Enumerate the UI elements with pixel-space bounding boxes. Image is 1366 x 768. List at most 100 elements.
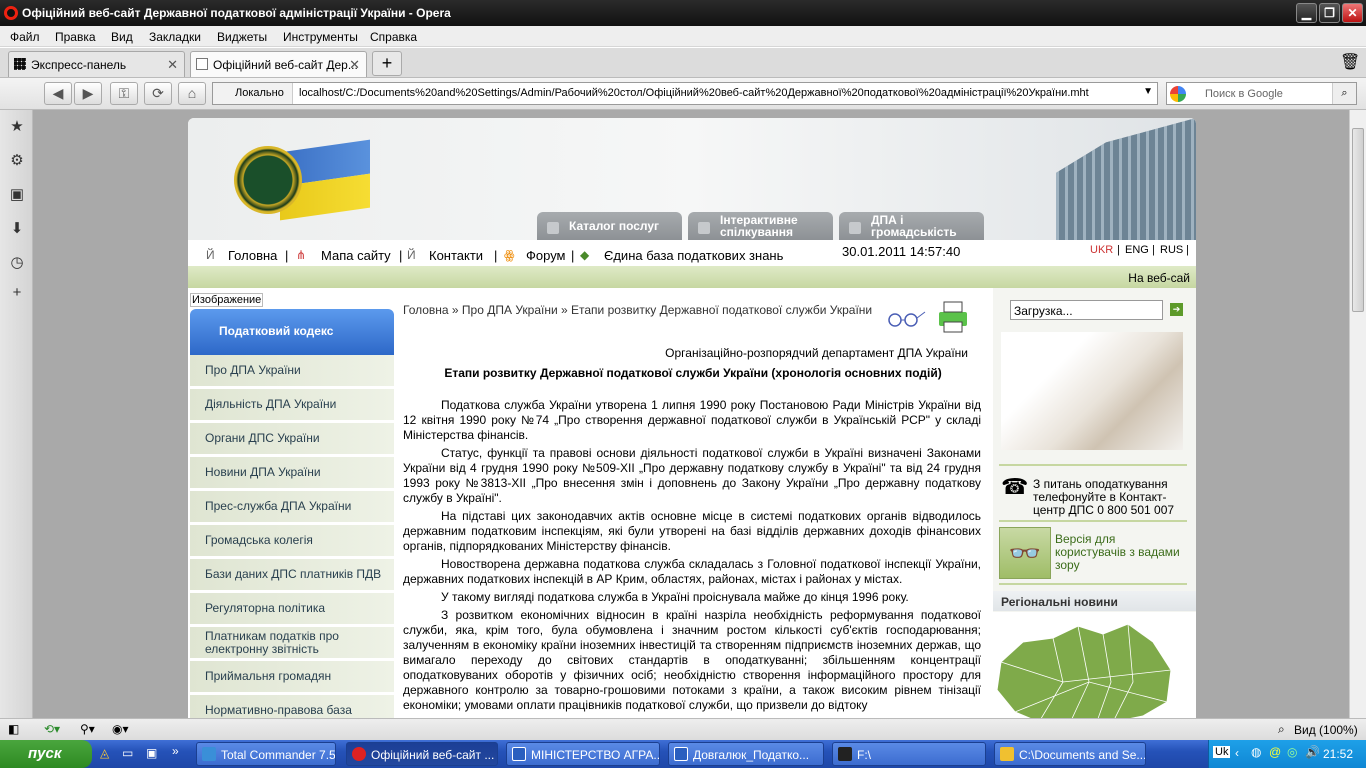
sidebar-item[interactable]: Про ДПА України <box>190 355 394 388</box>
chevron-down-icon[interactable]: ▼ <box>1143 86 1153 97</box>
menu-tools[interactable]: Инструменты <box>283 30 358 44</box>
tray-arrow-icon[interactable]: ‹ <box>1235 746 1239 760</box>
zoom-level[interactable]: Вид (100%) <box>1294 723 1358 737</box>
nav-forum[interactable]: Форум <box>526 248 566 263</box>
taskbar-label: C:\Documents and Se... <box>1019 748 1146 762</box>
menu-edit[interactable]: Правка <box>55 30 96 44</box>
widgets-icon[interactable]: ⚙ <box>8 152 26 170</box>
add-panel-icon[interactable]: + <box>8 284 26 302</box>
key-icon[interactable]: ⚿ <box>110 82 138 105</box>
home-icon: Й <box>206 248 215 262</box>
sidebar-item[interactable]: Діяльність ДПА України <box>190 389 394 422</box>
department-name: Організаційно-розпорядчий департамент ДП… <box>665 346 968 360</box>
maximize-button[interactable]: ❐ <box>1319 3 1340 23</box>
tab-site[interactable]: Офіційний веб-сайт Дер... ✕ <box>190 51 367 77</box>
menu-file[interactable]: Файл <box>10 30 40 44</box>
menu-bookmarks[interactable]: Закладки <box>149 30 201 44</box>
google-icon[interactable] <box>1170 86 1186 102</box>
sidebar-item[interactable]: Регуляторна політика <box>190 593 394 626</box>
nav-contacts[interactable]: Контакти <box>429 248 483 263</box>
tab-public[interactable]: ДПА і громадськість <box>839 212 984 240</box>
glasses-icon[interactable]: 👓 <box>999 527 1051 579</box>
nav-knowledge-base[interactable]: Єдина база податкових знань <box>604 248 783 263</box>
unite-icon[interactable]: ⚲▾ <box>80 722 95 736</box>
lang-ukr[interactable]: UKR <box>1090 244 1113 256</box>
search-field[interactable]: Поиск в Google ⌕ <box>1166 82 1357 105</box>
handshake-image[interactable] <box>1001 332 1183 450</box>
language-indicator[interactable]: Uk <box>1213 746 1231 758</box>
sidebar-item[interactable]: Органи ДПС України <box>190 423 394 456</box>
sidebar-item[interactable]: Прес-служба ДПА України <box>190 491 394 524</box>
separator: | <box>494 248 498 263</box>
sidebar-item[interactable]: Приймальня громадян <box>190 661 394 694</box>
nav-sitemap[interactable]: Мапа сайту <box>321 248 391 263</box>
sidebar-item[interactable]: Новини ДПА України <box>190 457 394 490</box>
sidebar-item[interactable]: Платникам податків про електронну звітні… <box>190 627 394 660</box>
breadcrumb[interactable]: Головна » Про ДПА України » Етапи розвит… <box>403 304 873 317</box>
new-tab-button[interactable]: + <box>372 51 402 76</box>
vertical-scrollbar[interactable] <box>1349 110 1366 718</box>
panel-toggle-icon[interactable]: ◧ <box>8 722 19 736</box>
close-tab-icon[interactable]: ✕ <box>349 57 360 73</box>
tray-icon[interactable]: ◍ <box>1251 745 1261 759</box>
search-icon[interactable]: ⌕ <box>1332 83 1356 104</box>
notes-icon[interactable]: ▣ <box>8 186 26 204</box>
bookmarks-icon[interactable]: ★ <box>8 118 26 136</box>
zoom-icon[interactable]: ⌕ <box>1278 722 1285 737</box>
history-icon[interactable]: ◷ <box>8 254 26 272</box>
taskbar-item[interactable]: Total Commander 7.5... <box>196 742 336 766</box>
close-tab-icon[interactable]: ✕ <box>167 57 178 73</box>
tax-emblem-logo[interactable] <box>234 146 302 214</box>
turbo-icon[interactable]: ◉▾ <box>112 722 129 736</box>
taskbar-item[interactable]: Офіційний веб-сайт ... <box>346 742 498 766</box>
menu-help[interactable]: Справка <box>370 30 417 44</box>
minimize-button[interactable]: ▁ <box>1296 3 1317 23</box>
quicklaunch-icon[interactable]: ◬ <box>100 746 109 760</box>
tab-interactive[interactable]: Інтерактивне спілкування <box>688 212 833 240</box>
page-viewport: Каталог послуг Інтерактивне спілкування … <box>33 110 1349 718</box>
tax-code-button[interactable]: Податковий кодекс <box>190 309 394 355</box>
ukraine-map[interactable] <box>993 612 1196 718</box>
menu-widgets[interactable]: Виджеты <box>217 30 267 44</box>
ticker-text[interactable]: На веб-сай <box>1128 271 1190 285</box>
paragraph: На підставі цих законодавчих актів основ… <box>403 509 981 553</box>
lang-rus[interactable]: RUS <box>1160 244 1183 256</box>
taskbar-item[interactable]: Довгалюк_Податко... <box>668 742 824 766</box>
print-icon[interactable] <box>933 298 973 334</box>
address-field[interactable]: Локально localhost/C:/Documents%20and%20… <box>212 82 1158 105</box>
forward-button[interactable]: ▶ <box>74 82 102 105</box>
taskbar-item[interactable]: МІНІСТЕРСТВО АГРА... <box>506 742 660 766</box>
lang-eng[interactable]: ENG <box>1125 244 1149 256</box>
accessibility-link[interactable]: Версія для користувачів з вадами зору <box>1055 533 1185 572</box>
sidebar-item[interactable]: Бази даних ДПС платників ПДВ <box>190 559 394 592</box>
trash-icon[interactable]: 🗑 <box>1340 52 1360 74</box>
sidebar-item[interactable]: Нормативно-правова база <box>190 695 394 718</box>
home-button[interactable]: ⌂ <box>178 82 206 105</box>
url-text[interactable]: localhost/C:/Documents%20and%20Settings/… <box>299 87 1089 99</box>
tab-speed-dial[interactable]: Экспресс-панель ✕ <box>8 51 185 77</box>
taskbar-item[interactable]: C:\Documents and Se... <box>994 742 1146 766</box>
save-icon[interactable]: ▣ <box>146 746 157 760</box>
site-search-input[interactable]: Загрузка... <box>1010 300 1163 320</box>
search-go-icon[interactable]: ➔ <box>1170 303 1183 316</box>
tray-icon[interactable]: @ <box>1269 745 1281 759</box>
tab-services-catalog[interactable]: Каталог послуг <box>537 212 682 240</box>
desktop-icon[interactable]: ▭ <box>122 746 133 760</box>
clock[interactable]: 21:52 <box>1323 747 1353 761</box>
image-placeholder: Изображение <box>190 293 264 307</box>
paragraph: Новостворена державна податкова служба с… <box>403 557 981 586</box>
tray-icon[interactable]: ◎ <box>1287 745 1297 759</box>
sidebar-item[interactable]: Громадська колегія <box>190 525 394 558</box>
start-button[interactable]: пуск <box>0 740 92 768</box>
close-button[interactable]: ✕ <box>1342 3 1363 23</box>
back-button[interactable]: ◀ <box>44 82 72 105</box>
more-icon[interactable]: » <box>172 744 179 758</box>
downloads-icon[interactable]: ⬇ <box>8 220 26 238</box>
scroll-thumb[interactable] <box>1352 128 1364 312</box>
sync-icon[interactable]: ⟲▾ <box>44 722 60 736</box>
nav-home[interactable]: Головна <box>228 248 277 263</box>
volume-icon[interactable]: 🔊 <box>1305 745 1320 759</box>
taskbar-item[interactable]: F:\ <box>832 742 986 766</box>
reload-button[interactable]: ⟳ <box>144 82 172 105</box>
menu-view[interactable]: Вид <box>111 30 133 44</box>
